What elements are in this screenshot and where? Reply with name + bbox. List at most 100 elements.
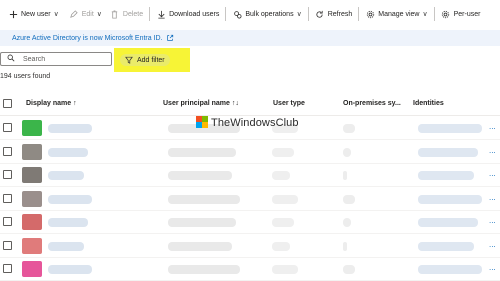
redacted-cell [343, 147, 351, 157]
redacted-cell [272, 265, 298, 274]
filter-icon [125, 56, 134, 65]
redacted-cell [168, 265, 240, 274]
avatar [22, 120, 42, 136]
download-users-button[interactable]: Download users [156, 0, 219, 28]
row-divider [0, 209, 500, 211]
gear-icon [365, 9, 375, 19]
windows-logo-icon [196, 116, 208, 128]
search-input[interactable] [21, 54, 105, 64]
gear-icon [441, 9, 451, 19]
redacted-cell [343, 241, 347, 251]
row-checkbox[interactable] [3, 146, 12, 156]
redacted-cell [418, 147, 478, 157]
redacted-cell [48, 265, 92, 274]
pencil-icon [69, 9, 79, 19]
row-checkbox[interactable] [3, 264, 12, 273]
add-filter-button[interactable]: Add filter [120, 54, 170, 66]
row-divider [0, 139, 500, 140]
redacted-cell [343, 171, 347, 180]
edit-button[interactable]: Edit ∨ [69, 0, 102, 28]
column-header-display-name[interactable]: Display name ↑ [26, 96, 77, 110]
avatar [22, 261, 42, 277]
avatar [22, 237, 42, 254]
chevron-down-icon: ∨ [296, 11, 302, 18]
redacted-cell [418, 241, 474, 251]
redacted-cell [343, 124, 355, 133]
redacted-cell [48, 171, 84, 180]
toolbar-divider [433, 7, 435, 21]
delete-button[interactable]: Delete [110, 0, 143, 28]
chevron-down-icon: ∨ [96, 11, 102, 18]
select-all-checkbox[interactable] [3, 99, 12, 108]
redacted-cell [168, 218, 236, 227]
trash-icon [110, 9, 120, 19]
avatar [22, 214, 42, 230]
download-icon [156, 9, 166, 19]
redacted-cell [48, 218, 88, 227]
row-divider [0, 256, 500, 258]
column-header-onprem[interactable]: On-premises sy... [343, 96, 401, 110]
toolbar-divider [225, 7, 227, 21]
redacted-cell [48, 194, 92, 204]
row-divider [0, 233, 500, 234]
avatar [22, 190, 42, 207]
chevron-down-icon: ∨ [422, 11, 428, 18]
row-checkbox[interactable] [3, 170, 12, 179]
redacted-cell [343, 218, 351, 227]
bulk-operations-button[interactable]: Bulk operations ∨ [232, 0, 302, 28]
per-user-mfa-button[interactable]: Per-user [441, 0, 480, 28]
redacted-cell [168, 147, 236, 157]
redacted-cell [418, 265, 482, 274]
redacted-cell [272, 171, 290, 180]
redacted-cell [48, 124, 92, 133]
toolbar-divider [307, 7, 309, 21]
row-more-icon[interactable]: ... [489, 240, 496, 249]
refresh-icon [315, 9, 325, 19]
row-checkbox[interactable] [3, 123, 12, 132]
row-checkbox[interactable] [3, 217, 12, 226]
search-box[interactable] [0, 52, 112, 66]
row-more-icon[interactable]: ... [489, 263, 496, 272]
row-more-icon[interactable]: ... [489, 122, 496, 131]
toolbar-divider [358, 7, 360, 21]
column-header-identities[interactable]: Identities [413, 96, 444, 110]
chevron-down-icon: ∨ [53, 11, 59, 18]
refresh-button[interactable]: Refresh [315, 0, 352, 28]
redacted-cell [168, 171, 232, 180]
redacted-cell [168, 194, 240, 204]
redacted-cell [343, 265, 355, 274]
row-checkbox[interactable] [3, 193, 12, 203]
redacted-cell [418, 218, 478, 227]
column-header-user-type[interactable]: User type [273, 96, 305, 110]
redacted-cell [48, 241, 84, 251]
redacted-cell [168, 241, 232, 251]
redacted-cell [272, 218, 294, 227]
bulk-operations-icon [232, 9, 242, 19]
row-divider [0, 186, 500, 187]
manage-view-button[interactable]: Manage view ∨ [365, 0, 428, 28]
redacted-cell [48, 147, 88, 157]
redacted-cell [272, 147, 294, 157]
results-count: 194 users found [0, 73, 51, 80]
row-divider [0, 162, 500, 164]
entra-rename-link[interactable]: Azure Active Directory is now Microsoft … [12, 35, 163, 42]
new-user-button[interactable]: New user ∨ [8, 0, 59, 28]
search-icon [7, 54, 17, 64]
redacted-cell [418, 194, 482, 204]
redacted-cell [418, 171, 474, 180]
header-divider [0, 115, 500, 116]
avatar [22, 143, 42, 160]
redacted-cell [272, 194, 298, 204]
row-more-icon[interactable]: ... [489, 216, 496, 225]
external-link-icon[interactable] [166, 34, 174, 42]
avatar [22, 167, 42, 183]
row-more-icon[interactable]: ... [489, 193, 496, 202]
command-bar: New user ∨ Edit ∨ Delete Download users … [0, 0, 500, 28]
row-more-icon[interactable]: ... [489, 169, 496, 178]
column-header-upn[interactable]: User principal name ↑↓ [163, 96, 239, 110]
toolbar-divider [149, 7, 151, 21]
plus-icon [8, 9, 18, 19]
redacted-cell [272, 241, 290, 251]
row-more-icon[interactable]: ... [489, 146, 496, 155]
row-checkbox[interactable] [3, 240, 12, 250]
